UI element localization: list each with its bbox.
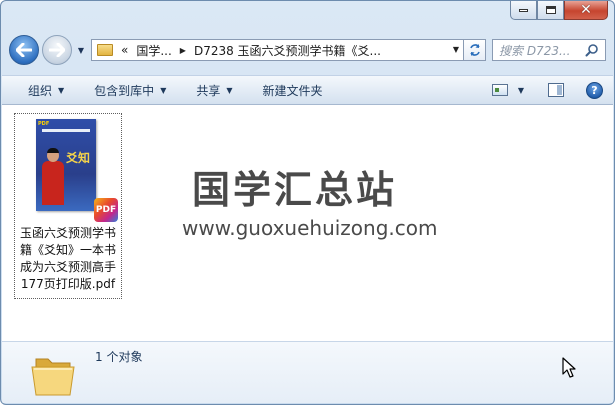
forward-arrow-icon (49, 43, 65, 57)
thumbnail-corner-label: PDF (38, 121, 50, 127)
breadcrumb-item-current[interactable]: D7238 玉函六爻预测学书籍《爻... (194, 42, 381, 59)
watermark-title: 国学汇总站 (192, 168, 398, 212)
organize-menu-button[interactable]: 组织 ▼ (20, 78, 72, 102)
file-item-pdf[interactable]: PDF 爻知 PDF 玉函六爻预测学书 籍《爻知》一本书 成为六爻预测高手 17… (14, 113, 122, 299)
share-button[interactable]: 共享 ▼ (188, 78, 240, 102)
address-dropdown-icon[interactable]: ▼ (453, 45, 459, 54)
pdf-thumbnail: PDF 爻知 (36, 119, 96, 211)
file-name-line: 177页打印版.pdf (20, 277, 116, 291)
close-button[interactable]: ✕ (564, 1, 608, 20)
chevron-down-icon: ▼ (226, 85, 233, 95)
maximize-button[interactable] (537, 1, 564, 20)
close-icon: ✕ (580, 2, 592, 18)
thumbnail-person-image (42, 148, 64, 205)
search-placeholder: 搜索 D723... (499, 43, 571, 58)
item-count: 1 个对象 (95, 350, 143, 364)
pdf-icon: PDF (94, 198, 118, 222)
explorer-window: ✕ ▼ « 国学... ▶ D7238 玉函六爻预测学书籍《爻... ▼ 搜索 … (0, 0, 615, 405)
breadcrumb-chevron-icon[interactable]: ▶ (180, 46, 186, 55)
folder-icon (31, 358, 75, 396)
new-folder-label: 新建文件夹 (262, 83, 323, 98)
new-folder-button[interactable]: 新建文件夹 (255, 78, 331, 102)
search-icon[interactable] (585, 43, 599, 57)
back-button[interactable] (9, 35, 39, 65)
file-name-line: 籍《爻知》一本书 (19, 243, 116, 257)
breadcrumb-item[interactable]: 国学... (136, 42, 171, 59)
view-options-dropdown[interactable]: ▼ (508, 78, 524, 102)
maximize-icon (545, 6, 556, 14)
include-in-library-button[interactable]: 包含到库中 ▼ (86, 78, 174, 102)
file-name-line: 玉函六爻预测学书 (19, 226, 116, 240)
mouse-pointer-icon (562, 357, 576, 378)
chevron-down-icon: ▼ (160, 85, 167, 95)
recent-pages-dropdown[interactable]: ▼ (75, 42, 87, 58)
file-name-line: 成为六爻预测高手 (19, 260, 116, 274)
watermark-url: www.guoxuehuizong.com (182, 216, 438, 240)
minimize-button[interactable] (510, 1, 537, 20)
thumbnail-band (42, 129, 90, 132)
caption-buttons: ✕ (510, 1, 608, 20)
address-bar[interactable]: « 国学... ▶ D7238 玉函六爻预测学书籍《爻... ▼ (91, 39, 464, 61)
minimize-icon (519, 8, 528, 12)
forward-button[interactable] (42, 35, 72, 65)
chevron-down-icon: ▼ (58, 85, 65, 95)
chevron-down-icon: ▼ (517, 85, 524, 95)
command-toolbar: 组织 ▼ 包含到库中 ▼ 共享 ▼ 新建文件夹 ▼ ? (2, 75, 613, 105)
preview-pane-icon[interactable] (548, 83, 564, 97)
file-name-label: 玉函六爻预测学书 籍《爻知》一本书 成为六爻预测高手 177页打印版.pdf (15, 225, 121, 293)
help-icon[interactable]: ? (586, 81, 603, 99)
refresh-icon (469, 44, 480, 56)
refresh-button[interactable] (464, 39, 486, 61)
share-label: 共享 (196, 83, 221, 98)
details-pane: 1 个对象 (2, 341, 613, 403)
thumbnail-title: 爻知 (66, 151, 91, 165)
include-in-library-label: 包含到库中 (94, 83, 155, 98)
change-view-icon[interactable] (491, 84, 508, 96)
back-arrow-icon (16, 43, 32, 57)
folder-icon (97, 44, 113, 56)
search-input[interactable]: 搜索 D723... (492, 39, 606, 61)
organize-label: 组织 (28, 83, 53, 98)
breadcrumb-overflow[interactable]: « (121, 43, 128, 57)
navigation-bar: ▼ « 国学... ▶ D7238 玉函六爻预测学书籍《爻... ▼ 搜索 D7… (9, 33, 606, 67)
